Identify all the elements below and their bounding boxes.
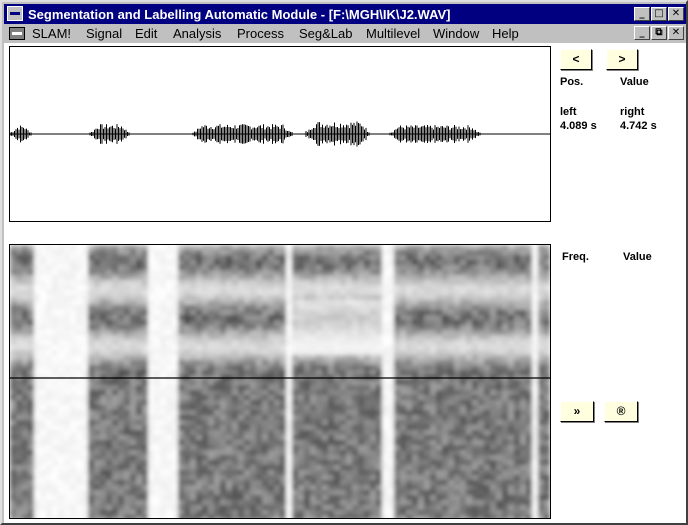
spectrogram-plot xyxy=(10,245,550,518)
minimize-button[interactable]: _ xyxy=(634,7,650,21)
app-menu-icon[interactable] xyxy=(7,6,23,21)
menu-bar: SLAM! Signal Edit Analysis Process Seg&L… xyxy=(4,24,686,43)
spectro-value-label: Value xyxy=(623,251,652,263)
next-position-button[interactable]: > xyxy=(606,49,638,70)
title-bar[interactable]: Segmentation and Labelling Automatic Mod… xyxy=(4,4,686,24)
left-label: left xyxy=(560,106,577,118)
menu-multilevel[interactable]: Multilevel xyxy=(366,26,420,41)
mdi-minimize-button[interactable]: _ xyxy=(634,26,650,40)
close-button[interactable]: ✕ xyxy=(668,7,684,21)
menu-process[interactable]: Process xyxy=(237,26,284,41)
pos-label: Pos. xyxy=(560,76,584,88)
maximize-button[interactable]: □ xyxy=(651,7,667,21)
menu-window[interactable]: Window xyxy=(433,26,479,41)
document-area: < > Pos. Value left right 4.089 s 4.742 … xyxy=(4,43,686,523)
menu-edit[interactable]: Edit xyxy=(135,26,157,41)
menu-analysis[interactable]: Analysis xyxy=(173,26,221,41)
spectrogram-display[interactable] xyxy=(9,244,551,519)
record-button[interactable]: ® xyxy=(604,401,638,422)
value-label: Value xyxy=(620,76,649,88)
menu-signal[interactable]: Signal xyxy=(86,26,122,41)
main-window: Segmentation and Labelling Automatic Mod… xyxy=(0,0,688,525)
forward-button[interactable]: » xyxy=(560,401,594,422)
mdi-restore-button[interactable]: ⧉ xyxy=(651,26,667,40)
right-label: right xyxy=(620,106,645,118)
prev-position-button[interactable]: < xyxy=(560,49,592,70)
left-value: 4.089 s xyxy=(560,120,597,132)
menu-slam[interactable]: SLAM! xyxy=(32,26,71,41)
freq-label: Freq. xyxy=(562,251,589,263)
waveform-display[interactable] xyxy=(9,46,551,222)
waveform-plot xyxy=(10,121,550,147)
document-menu-icon[interactable] xyxy=(9,27,25,40)
menu-help[interactable]: Help xyxy=(492,26,519,41)
right-value: 4.742 s xyxy=(620,120,657,132)
window-title: Segmentation and Labelling Automatic Mod… xyxy=(28,7,451,22)
menu-seglab[interactable]: Seg&Lab xyxy=(299,26,353,41)
mdi-close-button[interactable]: ✕ xyxy=(668,26,684,40)
